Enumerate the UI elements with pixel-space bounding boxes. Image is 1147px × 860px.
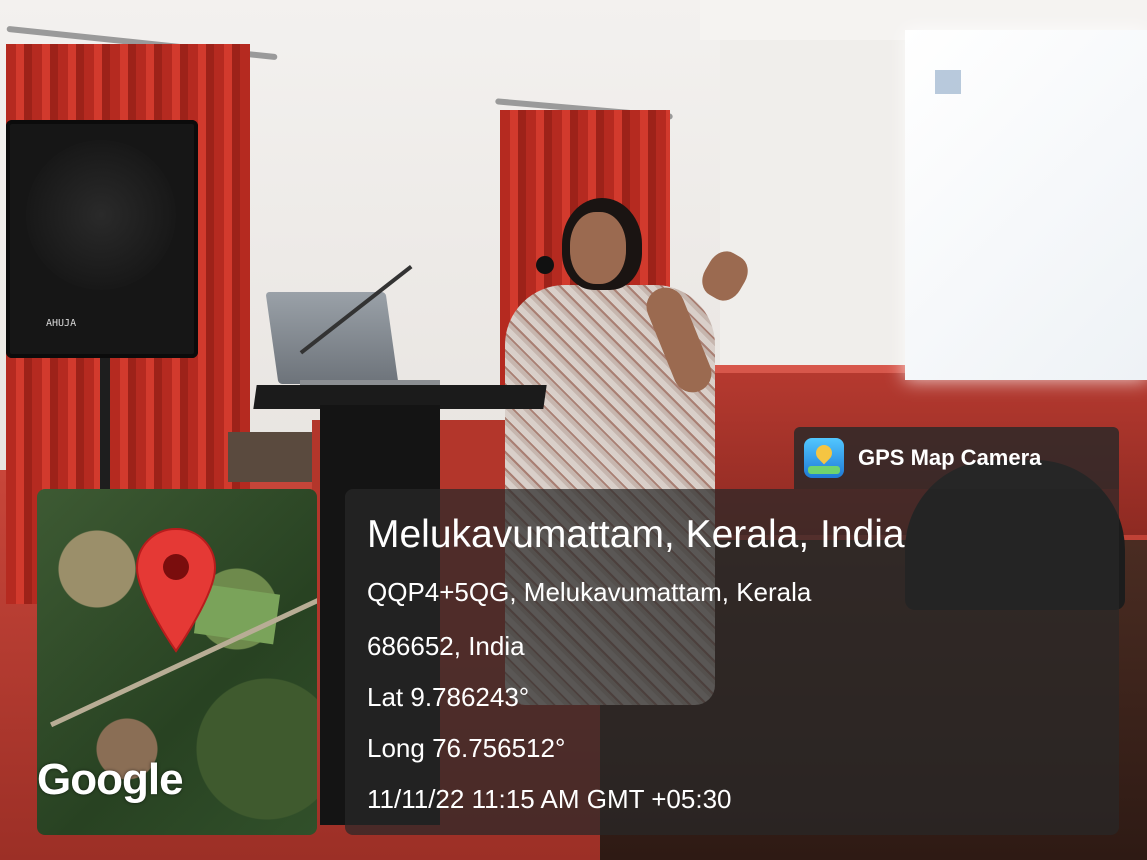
address-line-1: QQP4+5QG, Melukavumattam, Kerala xyxy=(367,577,812,607)
latitude-text: Lat 9.786243° xyxy=(367,682,530,712)
location-title: Melukavumattam, Kerala, India xyxy=(367,513,905,556)
projected-logo xyxy=(935,70,961,94)
map-pin-icon xyxy=(135,527,217,653)
longitude-text: Long 76.756512° xyxy=(367,733,566,763)
speaker-grill xyxy=(26,140,176,290)
speaker-brand: AHUJA xyxy=(46,318,77,329)
chest xyxy=(228,432,318,482)
laptop xyxy=(265,292,399,384)
location-info-panel: Melukavumattam, Kerala, India QQP4+5QG, … xyxy=(345,489,1119,835)
google-logo: Google xyxy=(37,755,184,804)
loudspeaker: AHUJA xyxy=(6,120,198,358)
microphone-head xyxy=(536,256,554,274)
speaker-stand xyxy=(100,358,110,498)
address-line-2: 686652, India xyxy=(367,631,525,661)
gps-app-label: GPS Map Camera xyxy=(858,445,1042,470)
gps-map-camera-icon xyxy=(804,438,844,478)
satellite-map-thumbnail: Google xyxy=(37,489,317,835)
gps-app-tag: GPS Map Camera xyxy=(794,427,1119,489)
presenter-face xyxy=(570,212,626,284)
timestamp-text: 11/11/22 11:15 AM GMT +05:30 xyxy=(367,784,732,814)
